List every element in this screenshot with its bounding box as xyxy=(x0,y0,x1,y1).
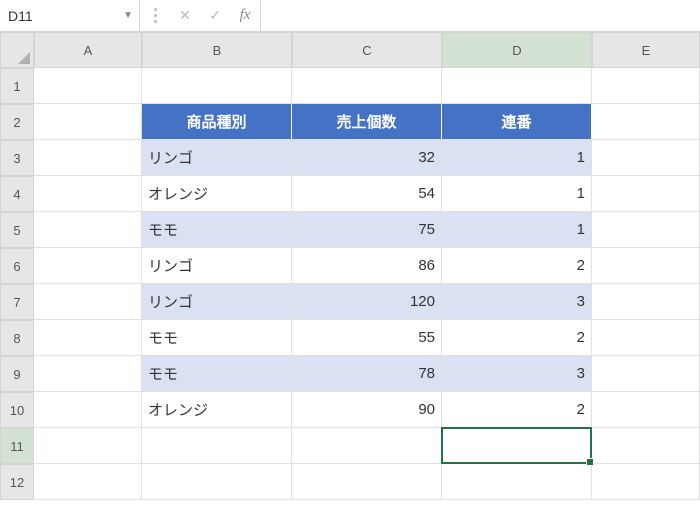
name-box[interactable]: D11 ▼ xyxy=(0,0,140,31)
cell-e9[interactable] xyxy=(592,356,700,392)
cell-b4[interactable]: オレンジ xyxy=(142,176,292,212)
cell-e2[interactable] xyxy=(592,104,700,140)
cell-b6[interactable]: リンゴ xyxy=(142,248,292,284)
cell-c8[interactable]: 55 xyxy=(292,320,442,356)
row-header-3[interactable]: 3 xyxy=(0,140,34,176)
formula-bar-menu-icon[interactable] xyxy=(140,8,170,23)
cell-d6[interactable]: 2 xyxy=(442,248,592,284)
cell-d5[interactable]: 1 xyxy=(442,212,592,248)
cell-a4[interactable] xyxy=(34,176,142,212)
row-header-5[interactable]: 5 xyxy=(0,212,34,248)
col-header-d[interactable]: D xyxy=(442,32,592,68)
row-header-7[interactable]: 7 xyxy=(0,284,34,320)
col-header-e[interactable]: E xyxy=(592,32,700,68)
row-header-8[interactable]: 8 xyxy=(0,320,34,356)
cell-d11[interactable] xyxy=(442,428,592,464)
cell-d8[interactable]: 2 xyxy=(442,320,592,356)
cell-b1[interactable] xyxy=(142,68,292,104)
cell-b5[interactable]: モモ xyxy=(142,212,292,248)
row-header-12[interactable]: 12 xyxy=(0,464,34,500)
table-header-sales[interactable]: 売上個数 xyxy=(292,104,442,140)
cell-e1[interactable] xyxy=(592,68,700,104)
cell-c7[interactable]: 120 xyxy=(292,284,442,320)
cell-e6[interactable] xyxy=(592,248,700,284)
cell-b11[interactable] xyxy=(142,428,292,464)
cell-d4[interactable]: 1 xyxy=(442,176,592,212)
cell-a5[interactable] xyxy=(34,212,142,248)
cell-d1[interactable] xyxy=(442,68,592,104)
cell-b12[interactable] xyxy=(142,464,292,500)
row-header-6[interactable]: 6 xyxy=(0,248,34,284)
cell-c3[interactable]: 32 xyxy=(292,140,442,176)
row-header-11[interactable]: 11 xyxy=(0,428,34,464)
cell-c5[interactable]: 75 xyxy=(292,212,442,248)
row-header-1[interactable]: 1 xyxy=(0,68,34,104)
cell-e4[interactable] xyxy=(592,176,700,212)
cell-d9[interactable]: 3 xyxy=(442,356,592,392)
cell-e12[interactable] xyxy=(592,464,700,500)
cell-e10[interactable] xyxy=(592,392,700,428)
cell-a6[interactable] xyxy=(34,248,142,284)
cell-b9[interactable]: モモ xyxy=(142,356,292,392)
cell-a10[interactable] xyxy=(34,392,142,428)
cell-a3[interactable] xyxy=(34,140,142,176)
cell-e8[interactable] xyxy=(592,320,700,356)
select-all-corner[interactable] xyxy=(0,32,34,68)
cell-c10[interactable]: 90 xyxy=(292,392,442,428)
cell-c1[interactable] xyxy=(292,68,442,104)
row-header-9[interactable]: 9 xyxy=(0,356,34,392)
insert-function-icon[interactable]: fx xyxy=(230,7,260,24)
cell-b3[interactable]: リンゴ xyxy=(142,140,292,176)
cell-a7[interactable] xyxy=(34,284,142,320)
cell-a11[interactable] xyxy=(34,428,142,464)
cell-c4[interactable]: 54 xyxy=(292,176,442,212)
cancel-icon: ✕ xyxy=(170,7,200,24)
table-header-seq[interactable]: 連番 xyxy=(442,104,592,140)
row-header-10[interactable]: 10 xyxy=(0,392,34,428)
table-header-product[interactable]: 商品種別 xyxy=(142,104,292,140)
cell-d7[interactable]: 3 xyxy=(442,284,592,320)
name-box-value: D11 xyxy=(8,8,33,24)
name-box-dropdown-icon[interactable]: ▼ xyxy=(123,10,133,21)
cell-c9[interactable]: 78 xyxy=(292,356,442,392)
col-header-c[interactable]: C xyxy=(292,32,442,68)
enter-icon: ✓ xyxy=(200,7,230,24)
cell-a9[interactable] xyxy=(34,356,142,392)
spreadsheet-grid: A B C D E 1 2 商品種別 売上個数 連番 3 リンゴ 32 1 4 … xyxy=(0,32,700,500)
cell-a12[interactable] xyxy=(34,464,142,500)
cell-b8[interactable]: モモ xyxy=(142,320,292,356)
cell-e7[interactable] xyxy=(592,284,700,320)
cell-e5[interactable] xyxy=(592,212,700,248)
formula-input[interactable] xyxy=(260,0,700,31)
col-header-b[interactable]: B xyxy=(142,32,292,68)
cell-a2[interactable] xyxy=(34,104,142,140)
col-header-a[interactable]: A xyxy=(34,32,142,68)
cell-b7[interactable]: リンゴ xyxy=(142,284,292,320)
cell-a1[interactable] xyxy=(34,68,142,104)
cell-d10[interactable]: 2 xyxy=(442,392,592,428)
cell-c6[interactable]: 86 xyxy=(292,248,442,284)
formula-bar: D11 ▼ ✕ ✓ fx xyxy=(0,0,700,32)
cell-e3[interactable] xyxy=(592,140,700,176)
cell-b10[interactable]: オレンジ xyxy=(142,392,292,428)
row-header-4[interactable]: 4 xyxy=(0,176,34,212)
cell-d3[interactable]: 1 xyxy=(442,140,592,176)
row-header-2[interactable]: 2 xyxy=(0,104,34,140)
cell-c11[interactable] xyxy=(292,428,442,464)
cell-a8[interactable] xyxy=(34,320,142,356)
cell-e11[interactable] xyxy=(592,428,700,464)
cell-d12[interactable] xyxy=(442,464,592,500)
cell-c12[interactable] xyxy=(292,464,442,500)
